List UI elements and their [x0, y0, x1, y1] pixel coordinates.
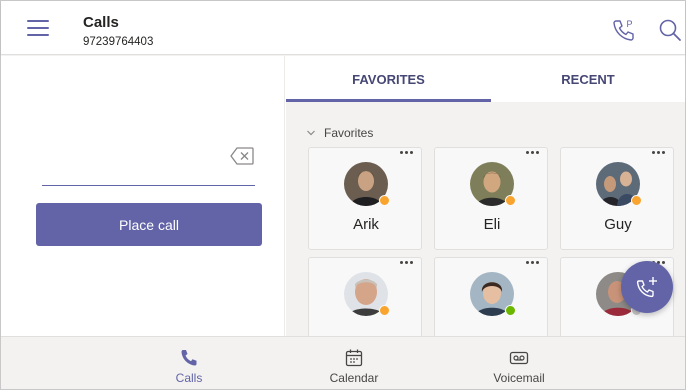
more-options-icon[interactable]: [526, 151, 540, 157]
contact-card-arik[interactable]: Arik: [308, 147, 422, 250]
contact-name: Eli: [483, 216, 501, 233]
dial-panel: Place call: [1, 56, 285, 336]
add-call-icon: [636, 277, 657, 298]
add-call-button[interactable]: [621, 261, 673, 313]
presence-away-icon: [505, 195, 516, 206]
app-header: Calls 97239764403 P: [1, 1, 685, 55]
more-options-icon[interactable]: [652, 151, 666, 157]
hamburger-menu-icon[interactable]: [27, 20, 49, 37]
active-tab-indicator: [286, 99, 491, 102]
nav-calendar-label: Calendar: [329, 371, 379, 385]
tab-recent[interactable]: RECENT: [491, 56, 685, 102]
call-tabs: FAVORITES RECENT: [286, 56, 685, 102]
page-title: Calls: [83, 14, 119, 31]
nav-calls-label: Calls: [175, 371, 203, 385]
contact-card-5[interactable]: [434, 257, 548, 336]
nav-calendar[interactable]: Calendar: [294, 337, 414, 390]
search-icon[interactable]: [657, 17, 683, 43]
phone-p-icon[interactable]: P: [611, 17, 637, 43]
voicemail-icon: [509, 351, 529, 365]
contact-card-guy[interactable]: Guy: [560, 147, 674, 250]
presence-away-icon: [631, 195, 642, 206]
presence-away-icon: [379, 305, 390, 316]
nav-calls[interactable]: Calls: [129, 337, 249, 390]
contact-name: Arik: [353, 216, 379, 233]
bottom-navigation: Calls Calendar Voicemail: [1, 336, 685, 389]
nav-voicemail[interactable]: Voicemail: [459, 337, 579, 390]
presence-away-icon: [379, 195, 390, 206]
own-phone-number: 97239764403: [83, 36, 154, 48]
contact-card-eli[interactable]: Eli: [434, 147, 548, 250]
favorites-group-label: Favorites: [324, 126, 374, 140]
calls-app: Calls 97239764403 P Place call FAVORITES…: [0, 0, 686, 390]
more-options-icon[interactable]: [400, 151, 414, 157]
contact-card-4[interactable]: [308, 257, 422, 336]
phone-icon: [181, 350, 197, 366]
calendar-icon: [345, 349, 363, 367]
chevron-down-icon: [307, 130, 315, 136]
dial-number-input[interactable]: [42, 160, 255, 186]
place-call-button[interactable]: Place call: [36, 203, 262, 246]
contact-name: Guy: [604, 216, 632, 233]
more-options-icon[interactable]: [400, 261, 414, 267]
presence-available-icon: [505, 305, 516, 316]
tab-favorites[interactable]: FAVORITES: [286, 56, 491, 102]
svg-text:P: P: [627, 19, 633, 29]
more-options-icon[interactable]: [526, 261, 540, 267]
nav-voicemail-label: Voicemail: [493, 371, 545, 385]
favorites-group-header[interactable]: Favorites: [306, 125, 373, 141]
